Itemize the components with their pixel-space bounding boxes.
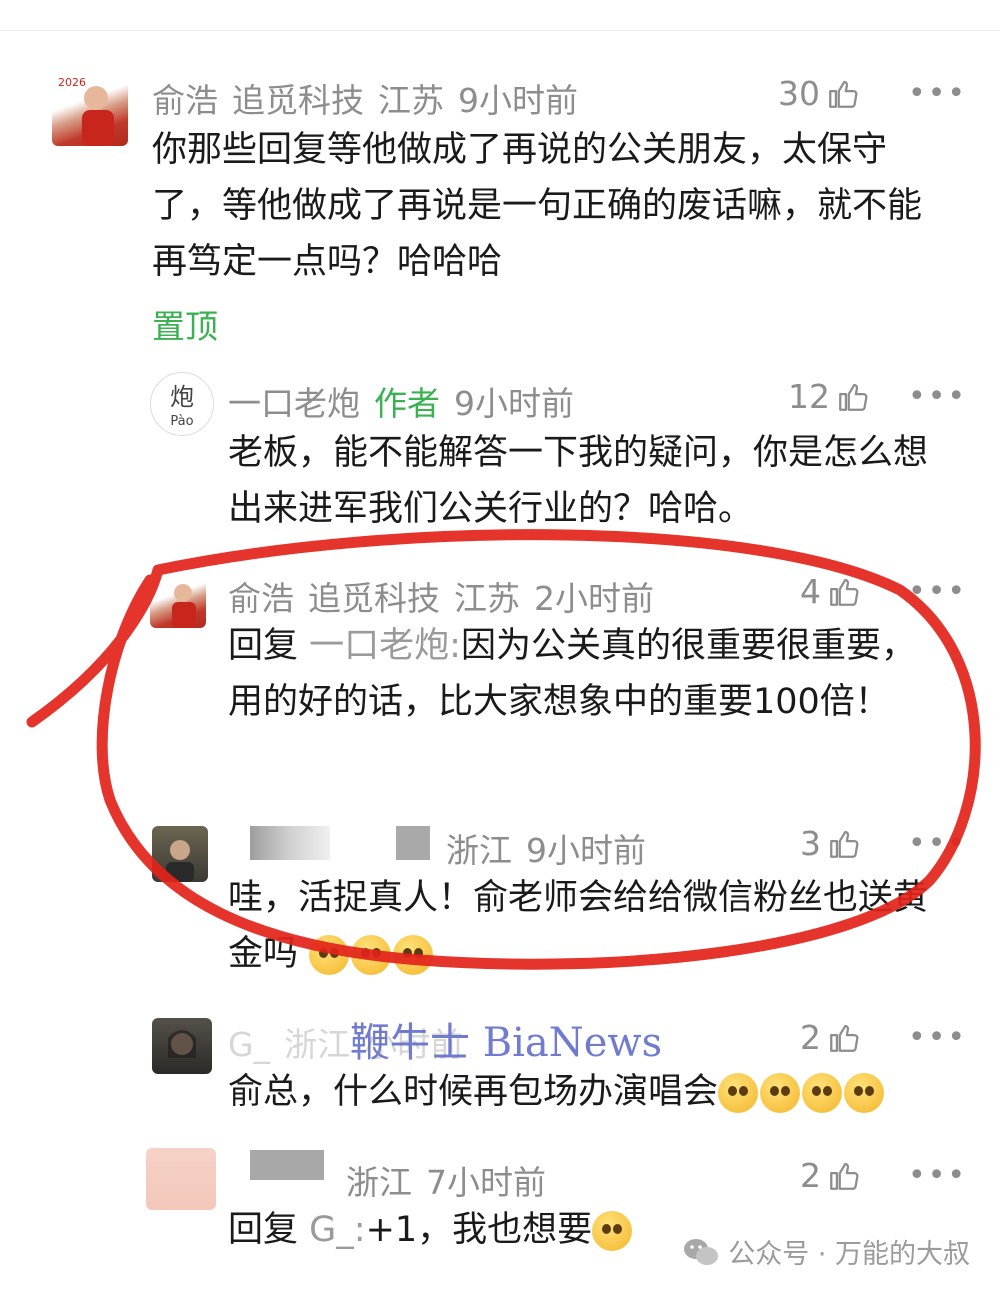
emoji-icon (802, 1073, 843, 1113)
comment-text: 回复 G_:+1，我也想要 (228, 1202, 728, 1258)
comment-text: 回复 一口老炮:因为公关真的很重要很重要，用的好的话，比大家想象中的重要100倍… (228, 618, 948, 730)
comment-username[interactable]: 俞浩 (228, 579, 294, 618)
like-button[interactable]: 3 (800, 824, 861, 863)
thumbs-up-icon (830, 830, 859, 858)
like-count: 3 (800, 824, 821, 863)
comment-time: 7小时前 (426, 1163, 546, 1202)
like-button[interactable]: 2 (800, 1156, 861, 1195)
comment-text-content: 俞总，什么时候再包场办演唱会 (228, 1072, 719, 1112)
like-count: 12 (788, 377, 830, 416)
avatar-logo-subtext: Pào (170, 414, 193, 429)
emoji-icon (592, 1211, 633, 1251)
more-options-button[interactable]: ••• (908, 1020, 967, 1055)
avatar[interactable] (152, 826, 208, 882)
more-options-button[interactable]: ••• (908, 826, 967, 861)
footer-text: 公众号 · 万能的大叔 (728, 1239, 970, 1270)
reply-text: +1，我也想要 (365, 1210, 593, 1250)
top-divider (0, 30, 1000, 31)
comment-meta: 俞浩 追觅科技 江苏 9小时前 (152, 74, 592, 122)
like-count: 2 (800, 1018, 821, 1057)
like-button[interactable]: 4 (800, 572, 861, 611)
watermark: 鞭牛士 BiaNews (350, 1020, 663, 1066)
comment-text: 哇，活捉真人！俞老师会给给微信粉丝也送黄金吗 (228, 870, 958, 982)
comment-meta: 一口老炮 作者 9小时前 (228, 377, 588, 425)
emoji-icon (718, 1073, 759, 1113)
avatar-logo-icon: 炮 Pào (170, 383, 194, 429)
avatar-photo-icon (166, 840, 194, 882)
like-button[interactable]: 2 (800, 1018, 861, 1057)
emoji-icon (393, 935, 434, 975)
reply-to-user[interactable]: G_: (309, 1210, 365, 1250)
reply-label: 回复 (228, 1210, 299, 1250)
avatar[interactable] (146, 1148, 216, 1210)
like-count: 4 (800, 572, 821, 611)
avatar-photo-icon: 2026 (58, 76, 114, 146)
comment-region: 浙江 (284, 1025, 351, 1064)
author-badge: 作者 (374, 384, 440, 423)
comment-region: 江苏 (378, 81, 444, 120)
footer-source: 公众号 · 万能的大叔 (682, 1232, 970, 1271)
comment-text: 你那些回复等他做成了再说的公关朋友，太保守了，等他做成了再说是一句正确的废话嘛，… (152, 130, 923, 282)
comment-username[interactable]: 一口老炮 (228, 384, 360, 423)
comment-time: 2小时前 (534, 579, 654, 618)
svg-text:2026: 2026 (58, 76, 86, 89)
avatar-logo-text: 炮 (170, 383, 194, 411)
avatar-photo-icon (168, 1030, 196, 1058)
more-options-button[interactable]: ••• (908, 574, 967, 609)
wechat-icon (684, 1238, 719, 1265)
avatar[interactable] (150, 572, 206, 628)
comment-time: 9小时前 (454, 384, 574, 423)
more-options-button[interactable]: ••• (908, 76, 967, 111)
more-options-button[interactable]: ••• (908, 379, 967, 414)
comment-meta: 浙江 9小时前 (446, 824, 660, 872)
comment-meta: 浙江 7小时前 (346, 1156, 560, 1204)
pinned-label: 置顶 (152, 307, 218, 346)
comment-region: 浙江 (346, 1163, 412, 1202)
reply-to-user[interactable]: 一口老炮: (309, 626, 461, 666)
thumbs-up-icon (830, 578, 859, 606)
blurred-username (250, 1150, 324, 1180)
avatar[interactable]: 炮 Pào (150, 372, 214, 436)
comment-text: 老板，能不能解答一下我的疑问，你是怎么想出来进军我们公关行业的？哈哈。 (228, 433, 929, 529)
comment-username[interactable]: 俞浩 (152, 81, 218, 120)
avatar[interactable] (152, 1018, 212, 1074)
avatar[interactable]: 2026 (52, 70, 128, 146)
thumbs-up-icon (830, 1024, 859, 1052)
blurred-username (250, 826, 330, 860)
blurred-badge (396, 826, 430, 860)
crying-emoji-icon (844, 1073, 885, 1113)
like-count: 30 (778, 74, 820, 113)
like-button[interactable]: 30 (778, 74, 860, 113)
comment-company: 追觅科技 (232, 81, 364, 120)
avatar-photo-icon (172, 584, 196, 628)
comment-meta: 俞浩 追觅科技 江苏 2小时前 (228, 572, 668, 620)
emoji-icon (309, 935, 350, 975)
comment-region: 江苏 (454, 579, 520, 618)
comment-text: 俞总，什么时候再包场办演唱会 (228, 1064, 958, 1120)
thumbs-up-icon (839, 383, 868, 411)
comment-username[interactable]: G_ (228, 1025, 270, 1064)
like-count: 2 (800, 1156, 821, 1195)
emoji-icon (351, 935, 392, 975)
comment-time: 9小时前 (526, 831, 646, 870)
more-options-button[interactable]: ••• (908, 1158, 967, 1193)
reply-label: 回复 (228, 626, 299, 666)
thumbs-up-icon (829, 80, 858, 108)
emoji-icon (760, 1073, 801, 1113)
like-button[interactable]: 12 (788, 377, 870, 416)
comment-time: 9小时前 (458, 81, 578, 120)
thumbs-up-icon (830, 1162, 859, 1190)
comment-company: 追觅科技 (308, 579, 440, 618)
comment-region: 浙江 (446, 831, 512, 870)
